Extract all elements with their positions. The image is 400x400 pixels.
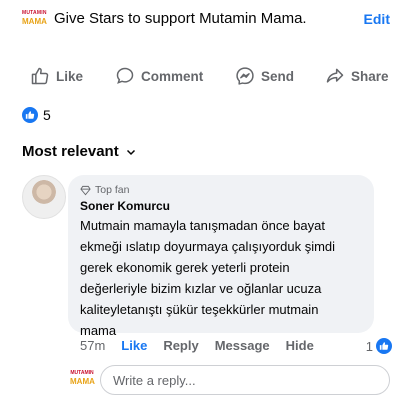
share-button[interactable]: Share xyxy=(325,66,389,86)
comment-message-button[interactable]: Message xyxy=(215,338,270,353)
share-label: Share xyxy=(351,68,389,84)
send-button[interactable]: Send xyxy=(235,66,294,86)
diamond-icon xyxy=(80,185,91,195)
comment-text: Mutmain mamayla tanışmadan önce bayat ek… xyxy=(80,218,336,338)
like-button[interactable]: Like xyxy=(30,66,83,86)
comment-like-count[interactable]: 1 xyxy=(366,338,392,354)
messenger-icon xyxy=(236,67,254,85)
top-fan-label: Top fan xyxy=(95,184,130,196)
reply-input[interactable] xyxy=(100,365,390,395)
comment-timestamp[interactable]: 57m xyxy=(80,338,105,353)
reply-avatar-logo: MUTAMIN MAMA xyxy=(70,370,95,390)
like-reaction-icon xyxy=(376,338,392,354)
comment-like-count-value: 1 xyxy=(365,338,373,354)
post-header: MUTAMIN MAMA Give Stars to support Mutam… xyxy=(0,0,400,44)
like-label: Like xyxy=(56,68,84,84)
thumbs-up-icon xyxy=(31,67,49,85)
reply-logo-line1: MUTAMIN xyxy=(70,370,94,376)
comment-label: Comment xyxy=(141,68,204,84)
comment-meta: 57m Like Reply Message Hide xyxy=(80,338,330,353)
reaction-summary[interactable]: 5 xyxy=(22,107,51,123)
post-action-bar: Like Comment Send Share xyxy=(0,62,400,92)
reply-logo-line2: MAMA xyxy=(70,377,95,386)
send-label: Send xyxy=(261,68,295,84)
comment-bubble: Top fan Soner Komurcu Mutmain mamayla ta… xyxy=(68,175,374,338)
comment-icon xyxy=(116,67,134,84)
chevron-down-icon xyxy=(126,149,135,155)
brand-logo-line2: MAMA xyxy=(22,17,47,26)
share-arrow-icon xyxy=(326,68,344,83)
post-title: Give Stars to support Mutamin Mama. xyxy=(54,10,307,27)
comment-author[interactable]: Soner Komurcu xyxy=(80,199,170,213)
reaction-count: 5 xyxy=(43,107,51,123)
edit-button[interactable]: Edit xyxy=(364,11,390,27)
top-fan-badge: Top fan xyxy=(80,184,129,196)
brand-logo[interactable]: MUTAMIN MAMA xyxy=(22,10,47,30)
comment-reply-button[interactable]: Reply xyxy=(163,338,198,353)
comment-like-button[interactable]: Like xyxy=(121,338,147,353)
comment-sort-dropdown[interactable]: Most relevant xyxy=(22,143,137,160)
sort-label: Most relevant xyxy=(22,143,119,160)
brand-logo-line1: MUTAMIN xyxy=(22,10,47,16)
avatar[interactable] xyxy=(22,175,66,219)
comment-hide-button[interactable]: Hide xyxy=(286,338,314,353)
comment-button[interactable]: Comment xyxy=(115,66,203,86)
like-reaction-icon xyxy=(22,107,38,123)
